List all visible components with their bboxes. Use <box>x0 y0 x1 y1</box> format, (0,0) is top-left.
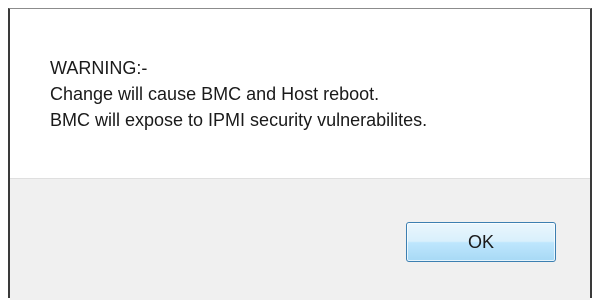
warning-line-ipmi: BMC will expose to IPMI security vulnera… <box>50 110 428 130</box>
warning-dialog: WARNING:- Change will cause BMC and Host… <box>8 8 592 300</box>
message-area: WARNING:- Change will cause BMC and Host… <box>10 9 590 178</box>
button-area: OK <box>10 178 590 300</box>
warning-message: WARNING:- Change will cause BMC and Host… <box>50 55 427 133</box>
warning-line-reboot: Change will cause BMC and Host reboot. <box>50 84 380 104</box>
warning-title: WARNING:- <box>50 58 148 78</box>
ok-button[interactable]: OK <box>406 222 556 262</box>
